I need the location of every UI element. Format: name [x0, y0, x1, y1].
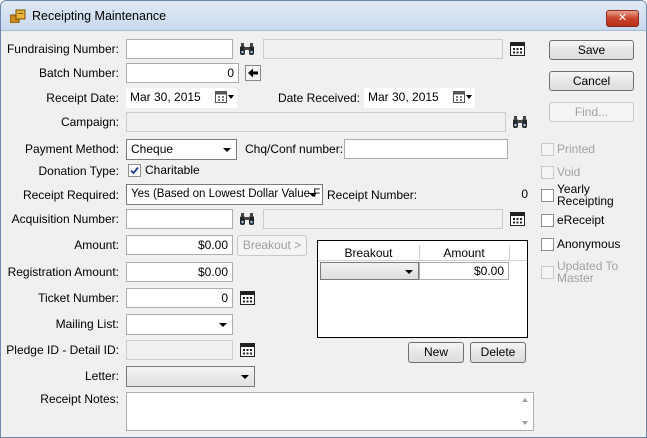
campaign-label: Campaign: [60, 115, 119, 129]
chq-conf-number-label: Chq/Conf number: [245, 142, 344, 156]
date-received-picker[interactable]: Mar 30, 2015 [364, 88, 475, 108]
receipt-required-select[interactable]: Yes (Based on Lowest Dollar Value F [126, 184, 323, 205]
close-button[interactable]: ✕ [606, 10, 639, 27]
letter-select[interactable] [126, 366, 255, 387]
grid-amount-cell[interactable]: $0.00 [419, 262, 509, 280]
chevron-down-icon [241, 375, 249, 379]
receipt-date-value: Mar 30, 2015 [130, 90, 201, 104]
breakout-grid: Breakout Amount $0.00 [317, 240, 528, 338]
charitable-label: Charitable [145, 163, 200, 177]
receipt-notes-textarea[interactable] [126, 392, 534, 431]
receipt-required-value: Yes (Based on Lowest Dollar Value F [131, 188, 321, 200]
updated-to-master-checkbox[interactable] [541, 266, 554, 279]
pledge-id-field [126, 340, 233, 360]
fundraising-description-field [263, 39, 503, 59]
updated-to-master-label: Updated To Master [557, 259, 619, 285]
calendar-icon[interactable] [237, 288, 257, 308]
campaign-field [126, 112, 506, 132]
receipt-date-label: Receipt Date: [46, 91, 119, 105]
chq-conf-number-input[interactable] [344, 139, 508, 159]
pledge-id-label: Pledge ID - Detail ID: [6, 343, 119, 357]
date-received-label: Date Received: [277, 91, 360, 105]
acquisition-description-field [263, 209, 503, 229]
grid-breakout-select[interactable] [320, 262, 419, 280]
date-picker-icon[interactable] [215, 91, 235, 104]
acquisition-number-label: Acquisition Number: [11, 212, 119, 226]
amount-input[interactable]: $0.00 [126, 235, 233, 255]
batch-number-label: Batch Number: [38, 66, 119, 80]
calendar-icon[interactable] [507, 39, 527, 59]
receipt-number-field: 0 [419, 184, 533, 204]
binoculars-icon[interactable] [237, 39, 257, 59]
yearly-receipting-checkbox[interactable] [541, 189, 554, 202]
cancel-button[interactable]: Cancel [549, 71, 634, 91]
find-button[interactable]: Find... [549, 102, 634, 122]
charitable-checkbox[interactable] [128, 164, 141, 177]
binoculars-icon[interactable] [510, 112, 530, 132]
chevron-down-icon [219, 323, 227, 327]
printed-label: Printed [557, 142, 596, 156]
payment-method-select[interactable]: Cheque [126, 139, 237, 160]
date-picker-icon[interactable] [453, 91, 473, 104]
anonymous-checkbox[interactable] [541, 238, 554, 251]
app-icon [10, 9, 26, 23]
anonymous-label: Anonymous [557, 237, 621, 251]
grid-column-breakout: Breakout [344, 246, 393, 260]
window-title: Receipting Maintenance [32, 9, 167, 23]
void-label: Void [557, 165, 581, 179]
ticket-number-label: Ticket Number: [38, 291, 119, 305]
donation-type-label: Donation Type: [38, 164, 119, 178]
registration-amount-label: Registration Amount: [7, 265, 119, 279]
breakout-button[interactable]: Breakout > [237, 235, 307, 256]
table-row[interactable]: $0.00 [320, 262, 510, 280]
receipting-maintenance-window: Receipting Maintenance ✕ Fundraising Num… [0, 0, 647, 438]
delete-button[interactable]: Delete [470, 342, 526, 363]
ereceipt-checkbox[interactable] [541, 214, 554, 227]
yearly-receipting-label: Yearly Receipting [557, 182, 614, 208]
receipt-notes-label: Receipt Notes: [40, 392, 119, 406]
chevron-down-icon [405, 270, 413, 274]
grid-header: Breakout Amount [318, 245, 527, 261]
amount-label: Amount: [74, 238, 119, 252]
acquisition-number-input[interactable] [126, 209, 233, 229]
registration-amount-input[interactable]: $0.00 [126, 262, 233, 282]
save-button[interactable]: Save [549, 40, 634, 60]
ereceipt-label: eReceipt [557, 213, 605, 227]
checkmark-icon [130, 166, 139, 175]
calendar-icon[interactable] [237, 340, 257, 360]
arrow-left-icon[interactable] [243, 63, 263, 83]
fundraising-number-input[interactable] [126, 39, 233, 59]
binoculars-icon[interactable] [237, 209, 257, 229]
receipt-required-label: Receipt Required: [22, 188, 119, 202]
letter-label: Letter: [84, 369, 119, 383]
scroll-down-icon [522, 421, 528, 425]
receipt-date-picker[interactable]: Mar 30, 2015 [126, 88, 237, 108]
ticket-number-input[interactable]: 0 [126, 288, 233, 308]
grid-column-amount: Amount [443, 246, 485, 260]
receipt-number-label: Receipt Number: [327, 188, 418, 202]
void-checkbox[interactable] [541, 166, 554, 179]
fundraising-number-label: Fundraising Number: [6, 42, 119, 56]
chevron-down-icon [309, 193, 317, 197]
calendar-icon[interactable] [507, 209, 527, 229]
new-button[interactable]: New [408, 342, 464, 363]
chevron-down-icon [223, 148, 231, 152]
receipt-notes-scrollbar[interactable] [517, 393, 533, 430]
scroll-up-icon [522, 398, 528, 402]
printed-checkbox[interactable] [541, 143, 554, 156]
mailing-list-select[interactable] [126, 314, 233, 335]
payment-method-value: Cheque [131, 142, 174, 156]
batch-number-input[interactable]: 0 [126, 63, 239, 83]
mailing-list-label: Mailing List: [55, 317, 119, 331]
date-received-value: Mar 30, 2015 [368, 90, 439, 104]
title-bar: Receipting Maintenance ✕ [1, 1, 646, 31]
payment-method-label: Payment Method: [24, 142, 119, 156]
